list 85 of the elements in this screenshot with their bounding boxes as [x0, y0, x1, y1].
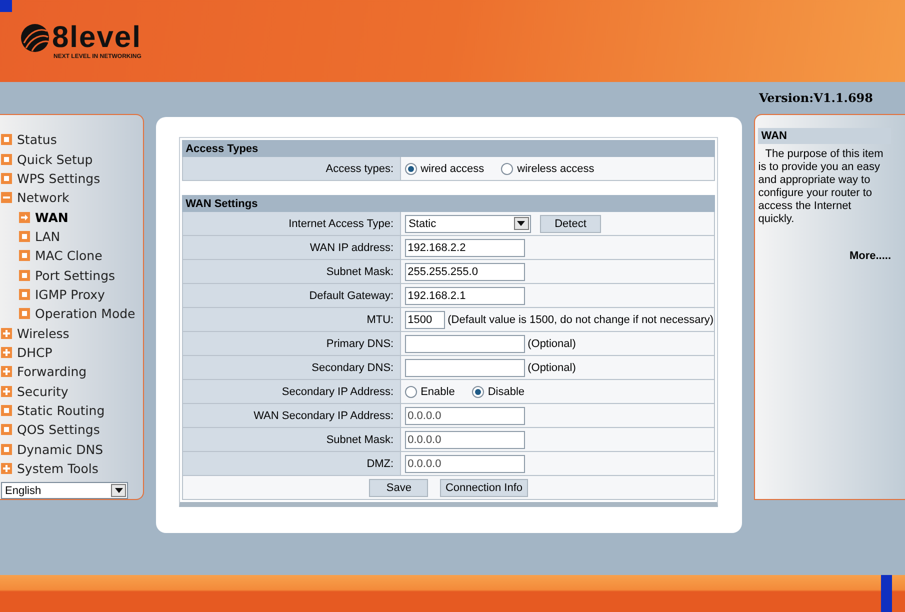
nav-item[interactable]: WPS Settings	[0, 168, 143, 188]
radio-label: wireless access	[517, 162, 594, 174]
nav-item[interactable]: Forwarding	[0, 362, 143, 382]
field-label: WAN Secondary IP Address:	[254, 410, 394, 422]
access-type-select[interactable]: Static	[404, 214, 531, 232]
square-icon	[1, 404, 12, 416]
dropdown-arrow-icon	[517, 221, 526, 226]
square-icon	[19, 270, 30, 281]
plus-icon	[1, 463, 12, 474]
radio-option[interactable]: wireless access	[501, 162, 594, 174]
field-label: Subnet Mask:	[326, 434, 394, 446]
form-button[interactable]: Connection Info	[440, 478, 528, 496]
nav-item[interactable]: Security	[0, 381, 143, 401]
field-label: DMZ:	[366, 458, 394, 470]
arrow-icon	[19, 212, 30, 223]
hint-text: (Default value is 1500, do not change if not necessary)	[448, 314, 714, 326]
nav-item[interactable]: System Tools	[0, 458, 143, 478]
square-icon	[1, 172, 12, 184]
field-label: Default Gateway:	[309, 290, 394, 302]
radio-button[interactable]	[404, 162, 417, 174]
detect-button[interactable]: Detect	[540, 214, 602, 232]
plus-icon	[1, 386, 12, 397]
nav-item[interactable]: MAC Clone	[0, 246, 143, 266]
square-icon	[19, 230, 30, 242]
input-field[interactable]: 1500	[404, 310, 445, 328]
input-field[interactable]: 255.255.255.0	[404, 262, 525, 280]
radio-label: wired access	[420, 162, 484, 174]
dropdown-arrow-icon	[114, 488, 122, 494]
field-label: Secondary DNS:	[312, 362, 394, 374]
nav-item[interactable]: IGMP Proxy	[0, 284, 143, 304]
field-label: MTU:	[366, 314, 394, 326]
square-icon	[1, 444, 12, 455]
radio-option[interactable]: Disable	[472, 386, 525, 398]
radio-button[interactable]	[472, 386, 484, 398]
footer-marker	[881, 575, 892, 612]
version-text: Version:V1.1.698	[758, 91, 873, 105]
nav-item[interactable]: Port Settings	[0, 265, 143, 285]
nav-item[interactable]: Status	[0, 130, 143, 150]
square-icon	[1, 134, 12, 146]
hint-text: (Optional)	[528, 338, 576, 350]
input-field[interactable]: 192.168.2.1	[404, 286, 525, 304]
input-field[interactable]: 192.168.2.2	[404, 238, 525, 256]
nav-item[interactable]: Operation Mode	[0, 304, 143, 324]
radio-button[interactable]	[404, 386, 417, 398]
square-icon	[19, 308, 30, 320]
more-link[interactable]: More.....	[849, 250, 891, 262]
radio-button[interactable]	[501, 162, 514, 174]
logo-text: 8level	[52, 22, 142, 54]
field-label: Access types:	[326, 162, 394, 174]
square-icon	[19, 288, 30, 300]
plus-icon	[1, 346, 12, 358]
input-field[interactable]	[404, 358, 525, 376]
square-icon	[1, 154, 12, 165]
hint-text: (Optional)	[528, 362, 576, 374]
help-text: The purpose of this item is to provide you an easy and appropriate way to configure your router to access the Internet quickly.	[758, 148, 884, 226]
radio-option[interactable]: Enable	[404, 386, 455, 398]
field-label: Subnet Mask:	[326, 266, 394, 278]
plus-icon	[1, 328, 12, 339]
nav-item[interactable]: Static Routing	[0, 400, 143, 420]
nav-item[interactable]: DHCP	[0, 342, 143, 362]
minus-icon	[1, 192, 12, 204]
form-button[interactable]: Save	[369, 478, 428, 496]
field-label: WAN IP address:	[310, 242, 394, 254]
corner-marker	[0, 0, 12, 12]
input-field[interactable]	[404, 334, 525, 352]
nav-item[interactable]: LAN	[0, 226, 143, 246]
radio-label: Disable	[488, 386, 525, 398]
globe-logo-icon	[20, 23, 50, 53]
nav-item[interactable]: Quick Setup	[0, 149, 143, 169]
section-title: WAN Settings	[182, 195, 716, 212]
square-icon	[19, 250, 30, 262]
nav-item[interactable]: Network	[0, 188, 143, 208]
plus-icon	[1, 366, 12, 378]
field-label: Internet Access Type:	[288, 218, 394, 230]
nav-item[interactable]: QOS Settings	[0, 420, 143, 440]
nav-item[interactable]: Wireless	[0, 323, 143, 343]
field-label: Primary DNS:	[326, 338, 394, 350]
section-title: Access Types	[182, 140, 716, 157]
radio-option[interactable]: wired access	[404, 162, 484, 174]
field-label: Secondary IP Address:	[282, 386, 394, 398]
nav-item[interactable]: WAN	[0, 207, 143, 227]
square-icon	[1, 424, 12, 436]
language-select[interactable]: English	[1, 482, 128, 500]
nav-item[interactable]: Dynamic DNS	[0, 440, 143, 459]
radio-label: Enable	[420, 386, 455, 398]
